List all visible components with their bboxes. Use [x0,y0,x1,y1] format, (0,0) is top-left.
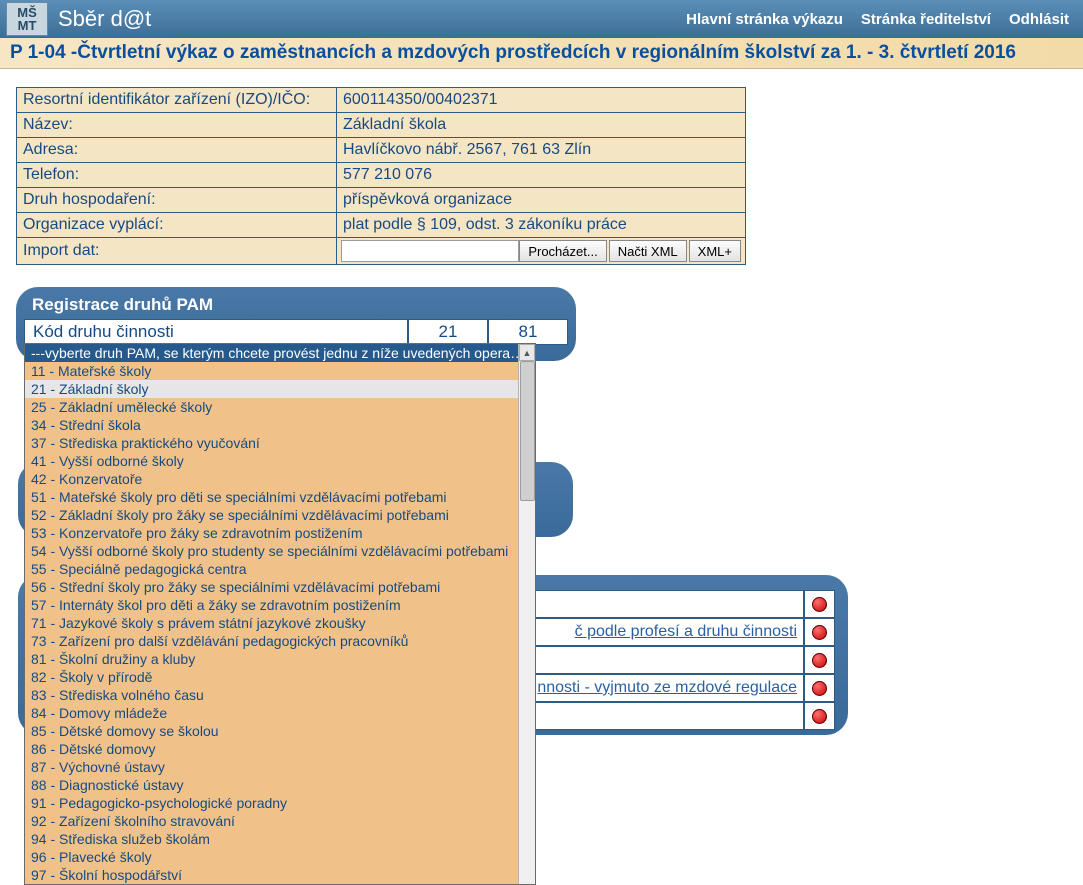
dropdown-option[interactable]: 11 - Mateřské školy [25,362,535,380]
dropdown-option[interactable]: 21 - Základní školy [25,380,535,398]
red-dot-icon [812,709,827,724]
info-value: 600114350/00402371 [337,88,746,113]
dropdown-option[interactable]: 71 - Jazykové školy s právem státní jazy… [25,614,535,632]
pam-col-21: 21 [408,319,488,345]
status-dot-4 [804,674,835,702]
logo-icon: MŠ MT [6,2,48,36]
dropdown-option[interactable]: 42 - Konzervatoře [25,470,535,488]
scroll-thumb[interactable] [520,361,535,501]
nav-home-link[interactable]: Hlavní stránka výkazu [686,11,843,28]
info-value: 577 210 076 [337,163,746,188]
dropdown-option[interactable]: 82 - Školy v přírodě [25,668,535,686]
file-input[interactable] [341,240,519,262]
dropdown-option[interactable]: 34 - Střední škola [25,416,535,434]
dropdown-option[interactable]: 54 - Vyšší odborné školy pro studenty se… [25,542,535,560]
brand-title: Sběr d@t [58,6,151,32]
section-row-2-text[interactable]: č podle profesí a druhu činnosti [575,623,797,641]
info-value: Základní škola [337,113,746,138]
status-dot-1 [804,590,835,618]
dropdown-option[interactable]: 51 - Mateřské školy pro děti se speciáln… [25,488,535,506]
dropdown-option[interactable]: 94 - Střediska služeb školám [25,830,535,848]
dropdown-option[interactable]: 81 - Školní družiny a kluby [25,650,535,668]
dropdown-option[interactable]: 56 - Střední školy pro žáky se speciální… [25,578,535,596]
status-dot-3 [804,646,835,674]
info-label: Druh hospodaření: [17,188,337,213]
info-value: Havlíčkovo nábř. 2567, 761 63 Zlín [337,138,746,163]
dropdown-option[interactable]: 53 - Konzervatoře pro žáky se zdravotním… [25,524,535,542]
import-cell: Procházet... Načti XML XML+ [337,238,746,265]
dropdown-option[interactable]: 91 - Pedagogicko-psychologické poradny [25,794,535,812]
dropdown-option[interactable]: 86 - Dětské domovy [25,740,535,758]
org-info-table: Resortní identifikátor zařízení (IZO)/IČ… [16,87,746,265]
dropdown-option[interactable]: 97 - Školní hospodářství [25,866,535,884]
dropdown-option[interactable]: 88 - Diagnostické ústavy [25,776,535,794]
dropdown-option[interactable]: 92 - Zařízení školního stravování [25,812,535,830]
info-label: Název: [17,113,337,138]
import-label: Import dat: [17,238,337,265]
info-label: Resortní identifikátor zařízení (IZO)/IČ… [17,88,337,113]
xml-plus-button[interactable]: XML+ [689,240,741,262]
dropdown-option-placeholder[interactable]: ---vyberte druh PAM, se kterým chcete pr… [25,344,535,362]
pam-header-label: Kód druhu činnosti [24,319,408,345]
dropdown-option[interactable]: 57 - Internáty škol pro děti a žáky se z… [25,596,535,614]
info-value: plat podle § 109, odst. 3 zákoníku práce [337,213,746,238]
dropdown-scrollbar[interactable]: ▲ [518,344,535,884]
pam-dropdown-listbox[interactable]: ---vyberte druh PAM, se kterým chcete pr… [24,343,536,885]
nav-logout-link[interactable]: Odhlásit [1009,11,1069,28]
dropdown-option[interactable]: 52 - Základní školy pro žáky se speciáln… [25,506,535,524]
info-value: příspěvková organizace [337,188,746,213]
red-dot-icon [812,625,827,640]
dropdown-option[interactable]: 85 - Dětské domovy se školou [25,722,535,740]
page-title: P 1-04 -Čtvrtletní výkaz o zaměstnancích… [0,38,1083,69]
dropdown-option[interactable]: 25 - Základní umělecké školy [25,398,535,416]
info-label: Organizace vyplácí: [17,213,337,238]
nav-directorate-link[interactable]: Stránka ředitelství [861,11,991,28]
red-dot-icon [812,597,827,612]
dropdown-option[interactable]: 41 - Vyšší odborné školy [25,452,535,470]
dropdown-option[interactable]: 87 - Výchovné ústavy [25,758,535,776]
info-label: Telefon: [17,163,337,188]
pam-panel-title: Registrace druhů PAM [24,293,568,319]
load-xml-button[interactable]: Načti XML [609,240,687,262]
dropdown-option[interactable]: 55 - Speciálně pedagogická centra [25,560,535,578]
pam-registration-panel: Registrace druhů PAM Kód druhu činnosti … [16,287,576,361]
dropdown-option[interactable]: 83 - Střediska volného času [25,686,535,704]
status-dot-2 [804,618,835,646]
red-dot-icon [812,681,827,696]
dropdown-option[interactable]: 84 - Domovy mládeže [25,704,535,722]
section-row-4-text[interactable]: nnosti - vyjmuto ze mzdové regulace [537,679,797,697]
top-nav-bar: MŠ MT Sběr d@t Hlavní stránka výkazu Str… [0,0,1083,38]
red-dot-icon [812,653,827,668]
dropdown-option[interactable]: 37 - Střediska praktického vyučování [25,434,535,452]
info-label: Adresa: [17,138,337,163]
pam-col-81: 81 [488,319,568,345]
browse-button[interactable]: Procházet... [519,240,606,262]
dropdown-option[interactable]: 73 - Zařízení pro další vzdělávání pedag… [25,632,535,650]
status-dot-5 [804,702,835,730]
scroll-up-icon[interactable]: ▲ [519,344,535,361]
dropdown-option[interactable]: 96 - Plavecké školy [25,848,535,866]
